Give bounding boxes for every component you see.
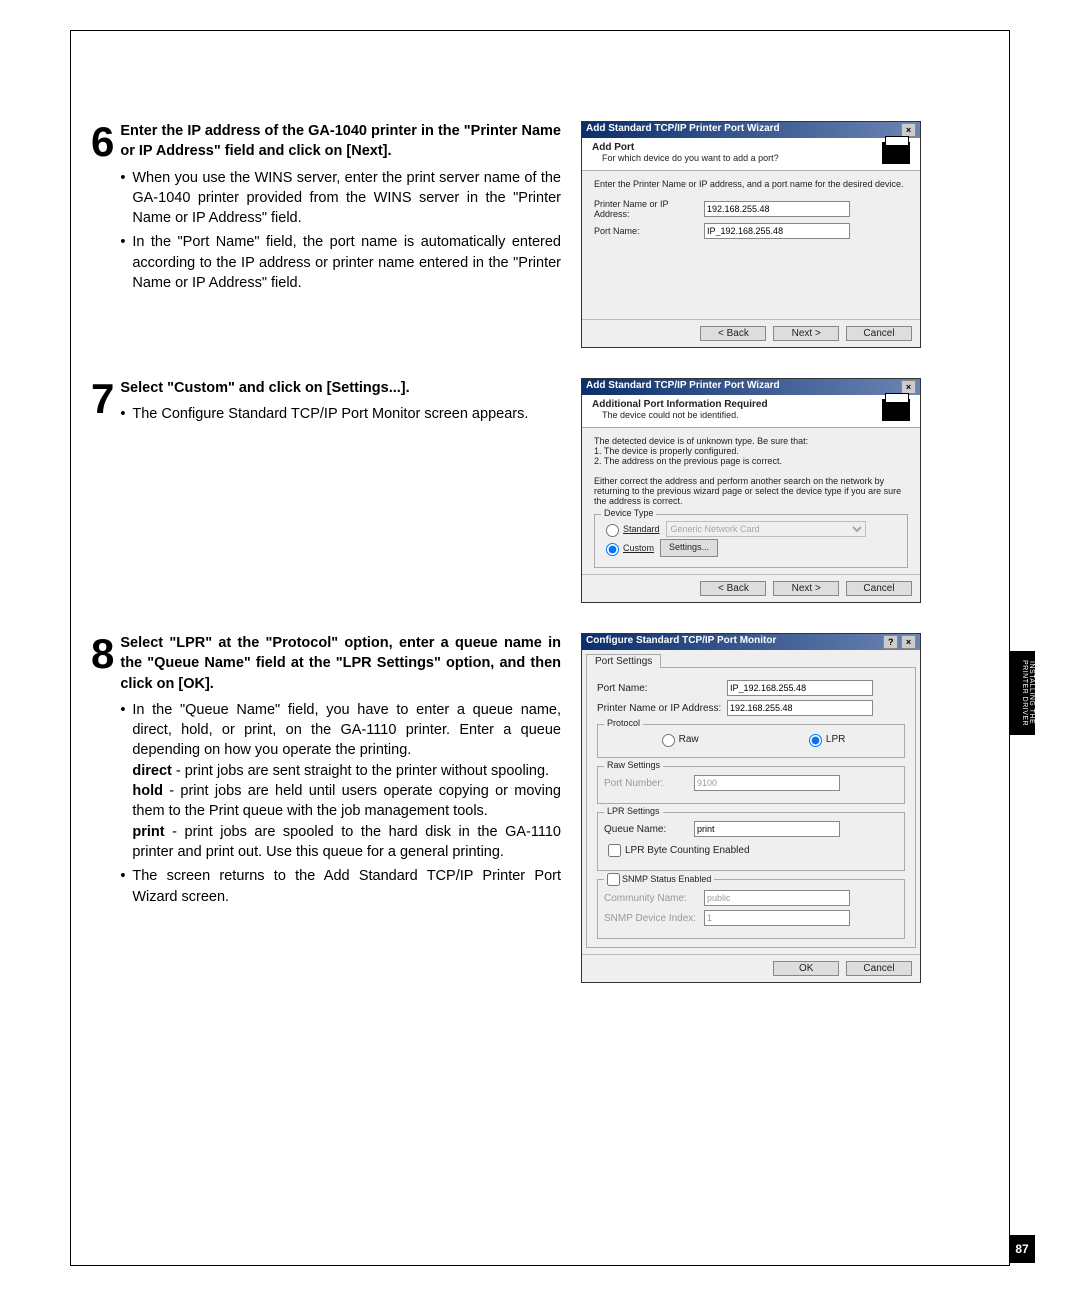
- protocol-legend: Protocol: [604, 718, 643, 728]
- raw-settings-legend: Raw Settings: [604, 760, 663, 770]
- dlg6-banner-title: Add Port: [592, 142, 779, 153]
- close-icon[interactable]: ×: [901, 123, 916, 137]
- queue-name-label: Queue Name:: [604, 824, 694, 835]
- radio-custom[interactable]: [606, 543, 619, 556]
- port-number-label: Port Number:: [604, 778, 694, 789]
- step8-heading: Select "LPR" at the "Protocol" option, e…: [120, 633, 561, 694]
- tab-port-settings[interactable]: Port Settings: [586, 654, 661, 668]
- radio-standard[interactable]: [606, 524, 619, 537]
- snmp-legend: SNMP Status Enabled: [604, 873, 714, 886]
- step7-bullet-1: The Configure Standard TCP/IP Port Monit…: [120, 404, 528, 424]
- help-icon[interactable]: ?: [883, 635, 898, 649]
- snmp-checkbox[interactable]: [607, 873, 620, 886]
- step7-heading: Select "Custom" and click on [Settings..…: [120, 378, 528, 398]
- snmp-index-label: SNMP Device Index:: [604, 913, 704, 924]
- radio-raw[interactable]: [662, 734, 675, 747]
- lpr-byte-counting-checkbox[interactable]: [608, 844, 621, 857]
- settings-button[interactable]: Settings...: [660, 539, 718, 557]
- dlg6-instruction: Enter the Printer Name or IP address, an…: [594, 179, 908, 189]
- port-name-field[interactable]: [727, 680, 873, 696]
- cancel-button[interactable]: Cancel: [846, 961, 912, 976]
- step-7: 7 Select "Custom" and click on [Settings…: [91, 378, 989, 603]
- community-field: [704, 890, 850, 906]
- port-name-input[interactable]: [704, 223, 850, 239]
- snmp-index-field: [704, 910, 850, 926]
- page-frame: 6 Enter the IP address of the GA-1040 pr…: [70, 30, 1010, 1266]
- ok-button[interactable]: OK: [773, 961, 839, 976]
- dlg6-title: Add Standard TCP/IP Printer Port Wizard: [586, 123, 780, 137]
- step6-bullet-2: In the "Port Name" field, the port name …: [120, 232, 561, 293]
- port-number-field: [694, 775, 840, 791]
- cancel-button[interactable]: Cancel: [846, 581, 912, 596]
- lpr-byte-counting-label: LPR Byte Counting Enabled: [625, 845, 750, 856]
- dlg7-body-text: The detected device is of unknown type. …: [594, 436, 908, 506]
- step-6: 6 Enter the IP address of the GA-1040 pr…: [91, 121, 989, 348]
- label-raw: Raw: [679, 734, 699, 745]
- close-icon[interactable]: ×: [901, 635, 916, 649]
- next-button[interactable]: Next >: [773, 326, 839, 341]
- step-number-6: 6: [91, 121, 114, 163]
- step-number-7: 7: [91, 378, 114, 420]
- lpr-settings-legend: LPR Settings: [604, 806, 663, 816]
- step6-heading: Enter the IP address of the GA-1040 prin…: [120, 121, 561, 162]
- printer-icon: [882, 142, 910, 164]
- step6-bullet-1: When you use the WINS server, enter the …: [120, 168, 561, 229]
- label-custom: Custom: [623, 543, 654, 553]
- printer-icon: [882, 399, 910, 421]
- label-lpr: LPR: [826, 734, 845, 745]
- step8-bullet-1: In the "Queue Name" field, you have to e…: [120, 700, 561, 862]
- dialog-configure-port: Configure Standard TCP/IP Port Monitor ?…: [581, 633, 921, 983]
- page-number: 87: [1009, 1235, 1035, 1263]
- dlg8-title: Configure Standard TCP/IP Port Monitor: [586, 635, 776, 649]
- dlg6-label-port: Port Name:: [594, 226, 704, 236]
- dlg8-ip-label: Printer Name or IP Address:: [597, 703, 727, 714]
- step-number-8: 8: [91, 633, 114, 675]
- step-8: 8 Select "LPR" at the "Protocol" option,…: [91, 633, 989, 983]
- dlg6-label-ip: Printer Name or IP Address:: [594, 199, 704, 219]
- dialog-additional-port: Add Standard TCP/IP Printer Port Wizard …: [581, 378, 921, 603]
- step8-bullet-2: The screen returns to the Add Standard T…: [120, 866, 561, 907]
- side-tab-label: INSTALLING THE PRINTER DRIVER: [1009, 651, 1035, 735]
- back-button[interactable]: < Back: [700, 326, 766, 341]
- dlg7-banner-sub: The device could not be identified.: [602, 410, 768, 420]
- close-icon[interactable]: ×: [901, 380, 916, 394]
- community-label: Community Name:: [604, 893, 704, 904]
- radio-lpr[interactable]: [809, 734, 822, 747]
- standard-select[interactable]: Generic Network Card: [666, 521, 866, 537]
- queue-name-field[interactable]: [694, 821, 840, 837]
- back-button[interactable]: < Back: [700, 581, 766, 596]
- printer-ip-input[interactable]: [704, 201, 850, 217]
- dlg7-title: Add Standard TCP/IP Printer Port Wizard: [586, 380, 780, 394]
- ip-field[interactable]: [727, 700, 873, 716]
- cancel-button[interactable]: Cancel: [846, 326, 912, 341]
- next-button[interactable]: Next >: [773, 581, 839, 596]
- dialog-add-port: Add Standard TCP/IP Printer Port Wizard …: [581, 121, 921, 348]
- device-type-legend: Device Type: [601, 508, 656, 518]
- dlg6-banner-sub: For which device do you want to add a po…: [602, 153, 779, 163]
- label-standard: Standard: [623, 524, 660, 534]
- dlg7-banner-title: Additional Port Information Required: [592, 399, 768, 410]
- dlg8-port-name-label: Port Name:: [597, 683, 727, 694]
